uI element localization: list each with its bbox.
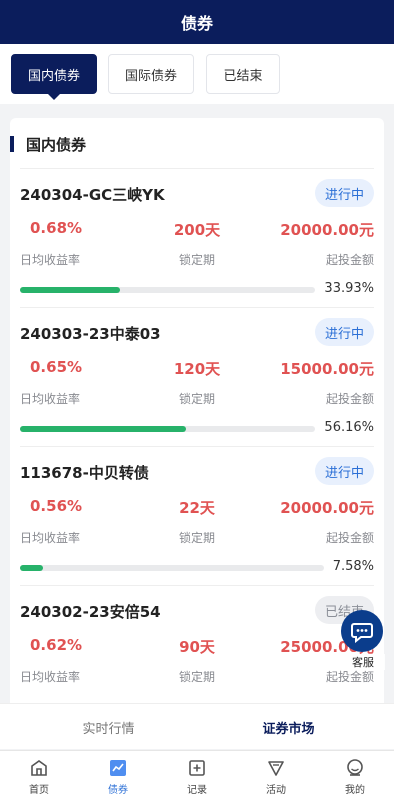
status-badge: 进行中 bbox=[314, 457, 374, 485]
bond-name: 113678-中贝转债 bbox=[20, 464, 149, 482]
progress-fill bbox=[20, 287, 121, 293]
bottom-nav: 首页 债券 记录 活动 我的 bbox=[0, 750, 394, 800]
min-amount-label: 起投金额 bbox=[325, 531, 374, 545]
tab-ended[interactable]: 已结束 bbox=[206, 54, 280, 94]
tab-international-bonds[interactable]: 国际债券 bbox=[108, 54, 194, 94]
app-root: 债券 国内债券 国际债券 已结束 国内债券 240304-GC三峡YK 进行中 … bbox=[0, 0, 394, 800]
nav-label: 首页 bbox=[29, 784, 49, 796]
nav-label: 记录 bbox=[187, 784, 207, 796]
bond-item[interactable]: 240303-23中泰03 进行中 0.65% 120天 15000.00元 日… bbox=[20, 308, 374, 447]
progress-percent: 56.16% bbox=[324, 420, 374, 435]
status-badge: 进行中 bbox=[314, 179, 374, 207]
period-label: 锁定期 bbox=[178, 392, 215, 406]
nav-label: 我的 bbox=[345, 784, 365, 796]
period-label: 锁定期 bbox=[178, 253, 215, 267]
period-label: 锁定期 bbox=[178, 531, 215, 545]
bond-item[interactable]: 113678-中贝转债 进行中 0.56% 22天 20000.00元 日均收益… bbox=[20, 447, 374, 586]
chat-bubble-icon bbox=[341, 610, 383, 652]
top-header: 债券 bbox=[0, 0, 394, 44]
nav-label: 债券 bbox=[108, 784, 128, 796]
progress-percent: 7.58% bbox=[332, 559, 374, 574]
section-title: 国内债券 bbox=[26, 135, 87, 154]
progress-bar bbox=[20, 426, 315, 432]
bond-name: 240303-23中泰03 bbox=[20, 325, 161, 343]
period-label: 锁定期 bbox=[178, 670, 215, 684]
nav-home[interactable]: 首页 bbox=[0, 751, 78, 800]
activity-icon bbox=[265, 757, 287, 779]
bond-item[interactable]: 240302-23安倍54 已结束 0.62% 90天 25000.00元 日均… bbox=[20, 586, 374, 718]
nav-records[interactable]: 记录 bbox=[158, 751, 236, 800]
page-title: 债券 bbox=[180, 14, 213, 33]
progress-bar bbox=[20, 565, 324, 571]
subtab-securities-market[interactable]: 证券市场 bbox=[190, 704, 387, 750]
nav-label: 活动 bbox=[266, 784, 286, 796]
subtab-realtime-quotes[interactable]: 实时行情 bbox=[10, 704, 207, 750]
bond-item[interactable]: 240304-GC三峡YK 进行中 0.68% 200天 20000.00元 日… bbox=[20, 169, 374, 308]
nav-activity[interactable]: 活动 bbox=[237, 751, 315, 800]
status-badge: 进行中 bbox=[314, 318, 374, 346]
min-amount-value: 15000.00元 bbox=[280, 360, 374, 378]
progress-bar bbox=[20, 287, 315, 293]
home-icon bbox=[28, 757, 50, 779]
bond-list-panel: 国内债券 240304-GC三峡YK 进行中 0.68% 200天 20000.… bbox=[10, 118, 384, 718]
profile-icon bbox=[344, 757, 366, 779]
section-header: 国内债券 bbox=[10, 132, 384, 156]
min-amount-value: 20000.00元 bbox=[280, 499, 374, 517]
record-icon bbox=[186, 757, 208, 779]
min-amount-value: 20000.00元 bbox=[280, 221, 374, 239]
min-amount-label: 起投金额 bbox=[325, 392, 374, 406]
progress-fill bbox=[20, 426, 186, 432]
bond-chart-icon bbox=[107, 757, 129, 779]
nav-profile[interactable]: 我的 bbox=[316, 751, 394, 800]
bond-name: 240302-23安倍54 bbox=[20, 603, 161, 621]
section-accent-bar bbox=[10, 136, 14, 152]
min-amount-label: 起投金额 bbox=[325, 253, 374, 267]
market-subtabs: 实时行情 证券市场 bbox=[0, 703, 394, 749]
progress-fill bbox=[20, 565, 44, 571]
nav-bonds[interactable]: 债券 bbox=[79, 751, 157, 800]
bond-name: 240304-GC三峡YK bbox=[20, 186, 165, 204]
customer-service-label: 客服 bbox=[341, 654, 385, 670]
tab-domestic-bonds[interactable]: 国内债券 bbox=[11, 54, 97, 100]
progress-percent: 33.93% bbox=[324, 281, 374, 296]
category-tabs: 国内债券 国际债券 已结束 bbox=[0, 44, 394, 104]
customer-service-button[interactable]: 客服 bbox=[341, 610, 385, 672]
